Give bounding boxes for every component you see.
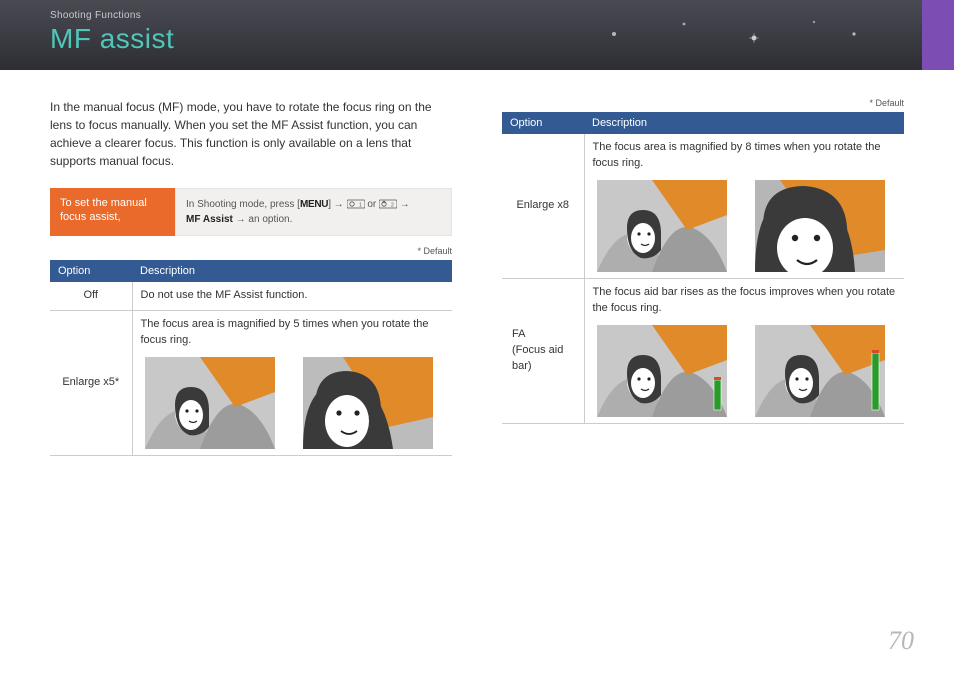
- right-column: * Default Option Description Enlarge x8 …: [502, 98, 904, 456]
- opt-fa: FA (Focus aid bar): [502, 278, 584, 423]
- thumb-x8-wide: [597, 180, 727, 272]
- action-or: or: [365, 199, 379, 210]
- options-table-left: Option Description Off Do not use the MF…: [50, 260, 452, 456]
- side-tab: [922, 0, 954, 70]
- action-instruction-box: In Shooting mode, press [MENU] → 1 or 2 …: [175, 188, 452, 236]
- sparkle-decor: [594, 14, 894, 54]
- opt-fa-l1: FA: [512, 328, 525, 340]
- col-option: Option: [502, 112, 584, 134]
- action-suffix: → an option.: [233, 214, 292, 225]
- action-sep1: ] →: [328, 199, 346, 210]
- options-table-right: Option Description Enlarge x8 The focus …: [502, 112, 904, 424]
- menu-button-text: MENU: [300, 199, 328, 210]
- table-row: Off Do not use the MF Assist function.: [50, 282, 452, 310]
- default-note-left: * Default: [50, 246, 452, 256]
- action-label-box: To set the manual focus assist,: [50, 188, 175, 236]
- svg-text:2: 2: [391, 203, 394, 209]
- action-sep2: →: [397, 199, 410, 210]
- desc-off: Do not use the MF Assist function.: [132, 282, 452, 310]
- opt-off: Off: [50, 282, 132, 310]
- thumb-x5-zoom: [303, 357, 433, 449]
- default-note-right: * Default: [502, 98, 904, 108]
- col-description: Description: [584, 112, 904, 134]
- left-column: In the manual focus (MF) mode, you have …: [50, 98, 452, 456]
- opt-fa-l2: (Focus aid bar): [512, 344, 563, 372]
- thumb-fa-low: [597, 325, 727, 417]
- opt-x8: Enlarge x8: [502, 134, 584, 278]
- table-header-row: Option Description: [50, 260, 452, 282]
- intro-paragraph: In the manual focus (MF) mode, you have …: [50, 98, 452, 170]
- table-header-row: Option Description: [502, 112, 904, 134]
- table-row: Enlarge x5* The focus area is magnified …: [50, 310, 452, 455]
- desc-x8-text: The focus area is magnified by 8 times w…: [593, 141, 881, 169]
- desc-x5: The focus area is magnified by 5 times w…: [132, 310, 452, 455]
- camera-mode-icon-2: 2: [379, 199, 397, 209]
- desc-x5-text: The focus area is magnified by 5 times w…: [141, 318, 429, 346]
- thumb-row-x5: [141, 357, 445, 449]
- thumb-x8-zoom: [755, 180, 885, 272]
- svg-text:1: 1: [359, 203, 362, 209]
- thumb-row-fa: [593, 325, 897, 417]
- desc-fa: The focus aid bar rises as the focus imp…: [584, 278, 904, 423]
- page-number: 70: [888, 626, 914, 656]
- action-prefix: In Shooting mode, press [: [186, 199, 300, 210]
- thumb-x5-wide: [145, 357, 275, 449]
- camera-mode-icon-1: 1: [347, 199, 365, 209]
- thumb-fa-high: [755, 325, 885, 417]
- col-description: Description: [132, 260, 452, 282]
- table-row: Enlarge x8 The focus area is magnified b…: [502, 134, 904, 278]
- action-bold: MF Assist: [186, 214, 233, 225]
- thumb-row-x8: [593, 180, 897, 272]
- desc-x8: The focus area is magnified by 8 times w…: [584, 134, 904, 278]
- page-header: Shooting Functions MF assist: [0, 0, 954, 70]
- action-row: To set the manual focus assist, In Shoot…: [50, 188, 452, 236]
- content-columns: In the manual focus (MF) mode, you have …: [0, 70, 954, 456]
- col-option: Option: [50, 260, 132, 282]
- table-row: FA (Focus aid bar) The focus aid bar ris…: [502, 278, 904, 423]
- desc-fa-text: The focus aid bar rises as the focus imp…: [593, 286, 896, 314]
- opt-x5: Enlarge x5*: [50, 310, 132, 455]
